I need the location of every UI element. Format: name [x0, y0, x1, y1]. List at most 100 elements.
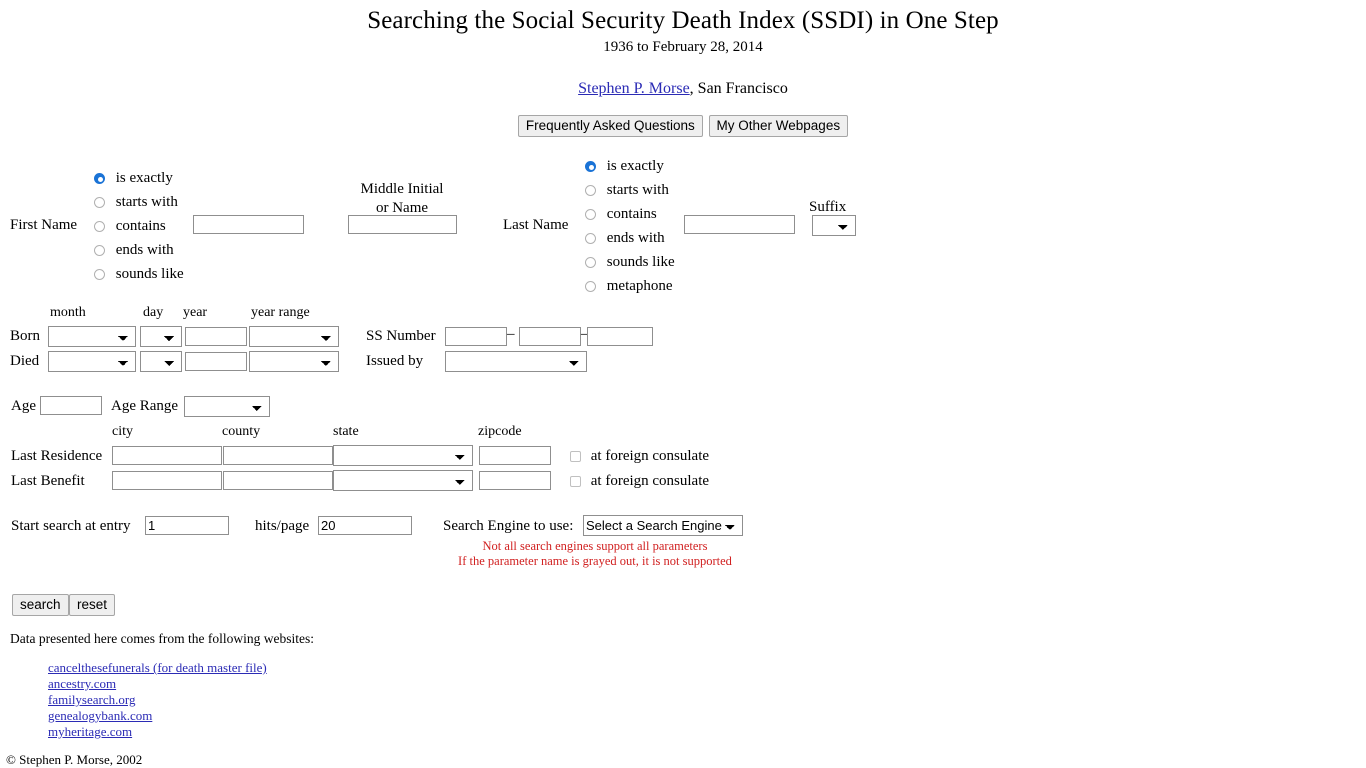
- last-benefit-county-input[interactable]: [223, 471, 333, 490]
- date-column-header-month: month: [50, 305, 86, 320]
- page-title: Searching the Social Security Death Inde…: [367, 7, 999, 34]
- last-benefit-city-input[interactable]: [112, 471, 222, 490]
- first-name-option-label-1[interactable]: starts with: [116, 194, 178, 210]
- born-month-select[interactable]: [48, 326, 136, 347]
- last-residence-state-select[interactable]: [333, 445, 473, 466]
- last-name-radio-ends-with[interactable]: [585, 233, 596, 245]
- last-residence-county-input[interactable]: [223, 446, 333, 465]
- last-benefit-zipcode-input[interactable]: [479, 471, 551, 490]
- search-button[interactable]: search: [12, 594, 69, 616]
- ss-number-part2-input[interactable]: [519, 327, 581, 346]
- author-link[interactable]: Stephen P. Morse: [578, 80, 690, 97]
- first-name-option-is-exactly[interactable]: is exactly: [94, 166, 184, 190]
- first-name-radio-sounds-like[interactable]: [94, 269, 105, 281]
- search-engine-label: Search Engine to use:: [443, 518, 574, 534]
- born-year-input[interactable]: [185, 327, 247, 346]
- last-name-option-label-1[interactable]: starts with: [607, 182, 669, 198]
- last-name-radio-is-exactly[interactable]: [585, 161, 596, 173]
- last-name-radio-contains[interactable]: [585, 209, 596, 221]
- last-benefit-state-select[interactable]: [333, 470, 473, 491]
- search-engine-note-line1: Not all search engines support all param…: [482, 539, 708, 553]
- last-name-radio-starts-with[interactable]: [585, 185, 596, 197]
- died-day-select[interactable]: [140, 351, 182, 372]
- last-residence-city-input[interactable]: [112, 446, 222, 465]
- died-year-input[interactable]: [185, 352, 247, 371]
- middle-name-input[interactable]: [348, 215, 457, 234]
- date-column-header-day: day: [143, 305, 164, 320]
- reset-button[interactable]: reset: [69, 594, 116, 616]
- first-name-radio-ends-with[interactable]: [94, 245, 105, 257]
- first-name-option-label-2[interactable]: contains: [116, 218, 166, 234]
- last-name-option-ends-with[interactable]: ends with: [585, 226, 675, 250]
- hits-per-page-input[interactable]: [318, 516, 412, 535]
- source-link-genealogybank[interactable]: genealogybank.com: [48, 708, 152, 724]
- first-name-option-sounds-like[interactable]: sounds like: [94, 262, 184, 286]
- ss-number-label: SS Number: [366, 328, 436, 344]
- last-name-option-label-2[interactable]: contains: [607, 206, 657, 222]
- ss-number-part1-input[interactable]: [445, 327, 507, 346]
- last-residence-consulate-group[interactable]: at foreign consulate: [570, 448, 709, 465]
- last-residence-consulate-label[interactable]: at foreign consulate: [591, 448, 709, 464]
- last-name-option-label-5[interactable]: metaphone: [607, 278, 673, 294]
- last-benefit-consulate-checkbox[interactable]: [570, 476, 581, 488]
- last-residence-consulate-checkbox[interactable]: [570, 451, 581, 463]
- first-name-match-options: is exactly starts with contains ends wit…: [94, 166, 184, 286]
- born-year-range-select[interactable]: [249, 326, 339, 347]
- first-name-input[interactable]: [193, 215, 304, 234]
- last-name-radio-sounds-like[interactable]: [585, 257, 596, 269]
- ss-number-separator-1: –: [507, 326, 515, 342]
- first-name-radio-is-exactly[interactable]: [94, 173, 105, 185]
- age-range-select[interactable]: [184, 396, 270, 417]
- died-year-range-select[interactable]: [249, 351, 339, 372]
- header-button-row: Frequently Asked Questions My Other Webp…: [0, 115, 1366, 137]
- issued-by-select[interactable]: [445, 351, 587, 372]
- search-engine-select[interactable]: Select a Search Engine: [583, 515, 743, 536]
- suffix-select[interactable]: [812, 215, 856, 236]
- age-input[interactable]: [40, 396, 102, 415]
- age-label: Age: [11, 398, 36, 414]
- start-search-entry-input[interactable]: [145, 516, 229, 535]
- source-link-myheritage[interactable]: myheritage.com: [48, 724, 132, 740]
- last-name-option-label-3[interactable]: ends with: [607, 230, 665, 246]
- last-name-option-starts-with[interactable]: starts with: [585, 178, 675, 202]
- last-name-option-is-exactly[interactable]: is exactly: [585, 154, 675, 178]
- residence-column-header-state: state: [333, 424, 359, 439]
- source-link-familysearch[interactable]: familysearch.org: [48, 692, 135, 708]
- first-name-radio-starts-with[interactable]: [94, 197, 105, 209]
- last-name-option-sounds-like[interactable]: sounds like: [585, 250, 675, 274]
- first-name-option-ends-with[interactable]: ends with: [94, 238, 184, 262]
- last-name-radio-metaphone[interactable]: [585, 281, 596, 293]
- last-residence-zipcode-input[interactable]: [479, 446, 551, 465]
- last-benefit-label: Last Benefit: [11, 473, 85, 489]
- ss-number-part3-input[interactable]: [587, 327, 653, 346]
- last-name-option-metaphone[interactable]: metaphone: [585, 274, 675, 298]
- last-name-option-label-0[interactable]: is exactly: [607, 158, 664, 174]
- first-name-radio-contains[interactable]: [94, 221, 105, 233]
- first-name-option-contains[interactable]: contains: [94, 214, 184, 238]
- date-column-header-year-range: year range: [251, 305, 310, 320]
- born-label: Born: [10, 328, 40, 344]
- source-link-ancestry[interactable]: ancestry.com: [48, 676, 116, 692]
- middle-name-label: Middle Initial or Name: [348, 180, 456, 218]
- first-name-option-starts-with[interactable]: starts with: [94, 190, 184, 214]
- last-name-option-label-4[interactable]: sounds like: [607, 254, 675, 270]
- last-name-input[interactable]: [684, 215, 795, 234]
- start-search-label: Start search at entry: [11, 518, 131, 534]
- last-benefit-consulate-label[interactable]: at foreign consulate: [591, 473, 709, 489]
- first-name-option-label-3[interactable]: ends with: [116, 242, 174, 258]
- hits-per-page-label: hits/page: [255, 518, 310, 534]
- last-benefit-consulate-group[interactable]: at foreign consulate: [570, 473, 709, 490]
- source-link-cancelthesefunerals[interactable]: cancelthesefunerals (for death master fi…: [48, 660, 267, 676]
- born-day-select[interactable]: [140, 326, 182, 347]
- my-other-webpages-button[interactable]: My Other Webpages: [708, 115, 849, 137]
- died-month-select[interactable]: [48, 351, 136, 372]
- author-location: , San Francisco: [689, 80, 788, 97]
- residence-column-header-city: city: [112, 424, 133, 439]
- first-name-option-label-4[interactable]: sounds like: [116, 266, 184, 282]
- last-name-option-contains[interactable]: contains: [585, 202, 675, 226]
- last-name-label: Last Name: [503, 217, 569, 233]
- first-name-option-label-0[interactable]: is exactly: [116, 170, 173, 186]
- last-name-match-options: is exactly starts with contains ends wit…: [585, 154, 675, 298]
- faq-button[interactable]: Frequently Asked Questions: [517, 115, 703, 137]
- suffix-label: Suffix: [809, 199, 847, 215]
